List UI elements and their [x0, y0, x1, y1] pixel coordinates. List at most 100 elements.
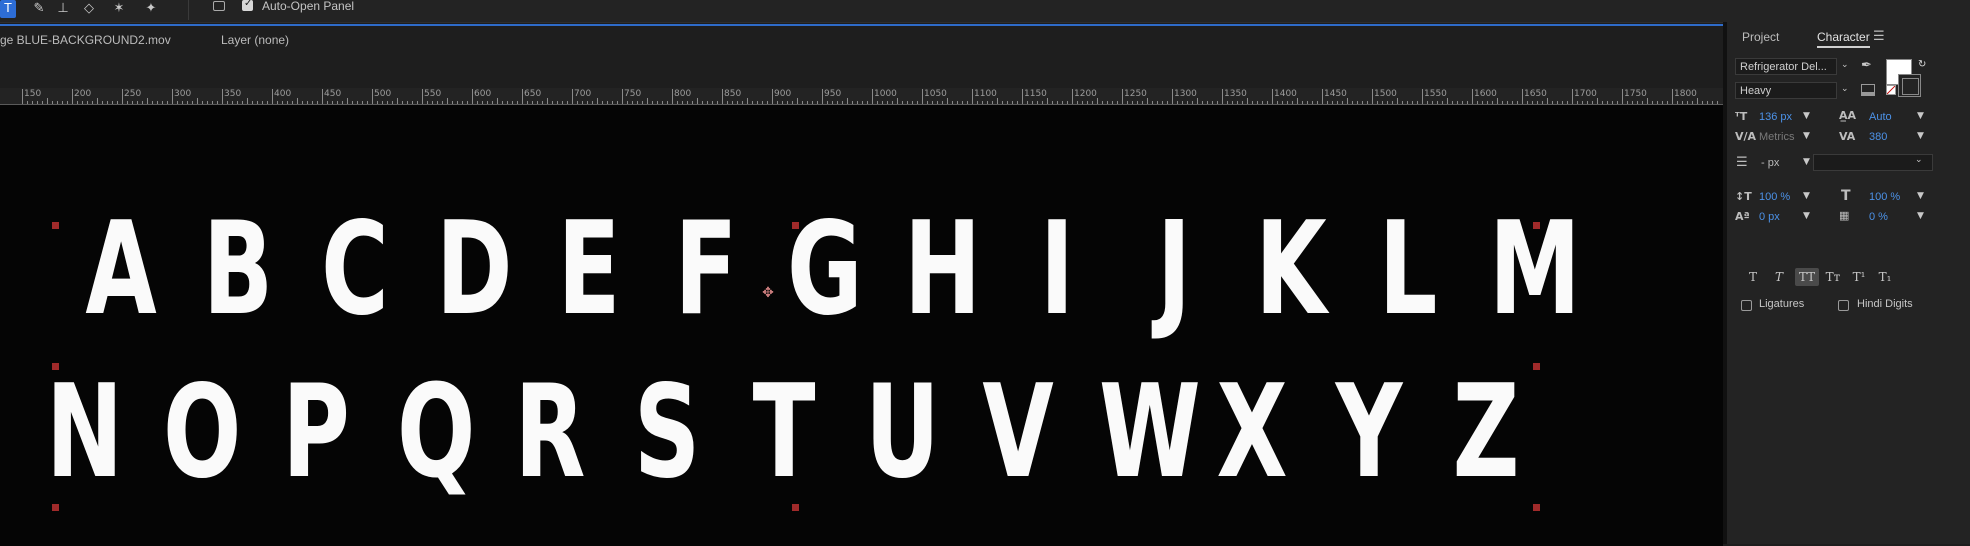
tab-project[interactable]: Project — [1742, 30, 1779, 44]
ruler-tick — [202, 101, 203, 104]
bounding-box-handle[interactable] — [792, 222, 799, 229]
ruler-tick — [397, 98, 398, 104]
baseline-shift-value[interactable]: 0 px — [1759, 211, 1780, 223]
ruler-tick — [1037, 101, 1038, 104]
hindi-digits-checkbox[interactable] — [1838, 300, 1849, 311]
bounding-box-handle[interactable] — [52, 504, 59, 511]
tracking-icon[interactable]: VA — [1839, 130, 1855, 143]
all-caps-button[interactable]: TT — [1795, 268, 1819, 286]
ruler-tick — [1502, 101, 1503, 104]
ruler-tick — [1322, 89, 1323, 104]
auto-open-panel-label: Auto-Open Panel — [262, 0, 355, 13]
tsume-value[interactable]: 0 % — [1869, 211, 1888, 223]
ligatures-checkbox[interactable] — [1741, 300, 1752, 311]
leading-value[interactable]: Auto — [1869, 111, 1892, 123]
small-caps-button[interactable]: Tт — [1823, 268, 1843, 286]
ruler-tick — [1537, 101, 1538, 104]
ruler-tick — [887, 101, 888, 104]
ruler-label: 1300 — [1174, 89, 1197, 99]
ruler-tick — [1517, 101, 1518, 104]
ruler-tick — [1092, 101, 1093, 104]
ruler-tick — [122, 89, 123, 104]
ruler-tick — [1307, 101, 1308, 104]
bounding-box-handle[interactable] — [52, 222, 59, 229]
puppet-pin-icon[interactable]: ✦ — [140, 0, 162, 18]
stroke-mode-icon[interactable] — [1861, 84, 1875, 96]
chevron-down-icon[interactable]: ▼ — [1803, 211, 1810, 221]
bounding-box-handle[interactable] — [52, 363, 59, 370]
stroke-color-swatch[interactable] — [1898, 74, 1921, 97]
chevron-down-icon[interactable]: ▼ — [1803, 191, 1810, 201]
ruler-tick — [1407, 101, 1408, 104]
font-size-value[interactable]: 136 px — [1759, 111, 1792, 123]
chevron-down-icon[interactable]: ⌄ — [1841, 60, 1849, 70]
no-color-swatch[interactable] — [1886, 85, 1896, 95]
leading-icon[interactable]: A̲A — [1839, 109, 1856, 122]
clone-stamp-icon[interactable]: ⊥ — [52, 0, 74, 18]
faux-italic-button[interactable]: T — [1769, 268, 1789, 286]
panel-menu-icon[interactable]: ☰ — [1873, 29, 1885, 44]
chevron-down-icon[interactable]: ⌄ — [1841, 84, 1849, 94]
swap-colors-icon[interactable]: ↻ — [1918, 59, 1926, 70]
font-family-select[interactable]: Refrigerator Del... — [1735, 58, 1837, 75]
chevron-down-icon[interactable]: ▼ — [1803, 111, 1810, 121]
stroke-width-icon[interactable]: ☰ — [1736, 155, 1748, 170]
ruler-tick — [552, 101, 553, 104]
chevron-down-icon[interactable]: ▼ — [1917, 111, 1924, 121]
kerning-value[interactable]: Metrics — [1759, 131, 1794, 143]
bounding-box-handle[interactable] — [1533, 222, 1540, 229]
chevron-down-icon[interactable]: ▼ — [1917, 211, 1924, 221]
chevron-down-icon[interactable]: ▼ — [1803, 157, 1810, 167]
vertical-scale-icon[interactable]: ↕T — [1735, 190, 1752, 203]
ruler-tick — [407, 101, 408, 104]
bounding-box-handle[interactable] — [1533, 363, 1540, 370]
superscript-button[interactable]: T¹ — [1849, 268, 1869, 286]
ruler-tick — [1672, 89, 1673, 104]
ruler-tick — [627, 101, 628, 104]
bounding-box-handle[interactable] — [792, 504, 799, 511]
subscript-button[interactable]: T₁ — [1875, 268, 1895, 286]
ruler-tick — [427, 101, 428, 104]
chevron-down-icon[interactable]: ▼ — [1917, 131, 1924, 141]
chevron-down-icon[interactable]: ▼ — [1917, 191, 1924, 201]
horizontal-scale-icon[interactable]: T — [1841, 188, 1851, 204]
ruler-tick — [1152, 101, 1153, 104]
anchor-point-icon[interactable]: ✥ — [761, 286, 775, 300]
ruler-tick — [32, 101, 33, 104]
font-size-icon[interactable]: ᵀT — [1735, 110, 1747, 123]
eraser-icon[interactable]: ◇ — [78, 0, 100, 18]
brush-tool-icon[interactable]: ✎ — [28, 0, 50, 18]
text-glyph-m: M — [1489, 195, 1581, 344]
ruler-tick — [1392, 101, 1393, 104]
chevron-down-icon[interactable]: ⌄ — [1915, 155, 1923, 165]
ruler-tick — [1257, 101, 1258, 104]
layer-tab[interactable]: Layer (none) — [221, 33, 289, 47]
baseline-shift-icon[interactable]: Aª — [1735, 210, 1750, 223]
font-style-select[interactable]: Heavy — [1735, 82, 1837, 99]
horizontal-ruler[interactable]: 150 200 250 300 350 400 450 500 550 600 650 700 750 8… — [0, 88, 1723, 105]
footage-tab[interactable]: ge BLUE-BACKGROUND2.mov — [0, 33, 171, 47]
stroke-width-value[interactable]: - px — [1761, 157, 1779, 169]
ruler-label: 150 — [24, 89, 42, 99]
panel-toggle-icon[interactable] — [213, 1, 225, 11]
type-tool-icon[interactable]: T — [0, 0, 16, 18]
ruler-tick — [192, 101, 193, 104]
ruler-tick — [777, 101, 778, 104]
roto-brush-icon[interactable]: ✶ — [108, 0, 130, 18]
bounding-box-handle[interactable] — [1533, 504, 1540, 511]
horizontal-scale-value[interactable]: 100 % — [1869, 191, 1900, 203]
kerning-icon[interactable]: V/A — [1735, 130, 1756, 143]
ruler-tick — [1617, 101, 1618, 104]
faux-bold-button[interactable]: T — [1743, 268, 1763, 286]
tracking-value[interactable]: 380 — [1869, 131, 1887, 143]
ruler-tick — [1142, 101, 1143, 104]
ruler-tick — [577, 101, 578, 104]
eyedropper-icon[interactable]: ✒ — [1861, 58, 1872, 73]
vertical-scale-value[interactable]: 100 % — [1759, 191, 1790, 203]
chevron-down-icon[interactable]: ▼ — [1803, 131, 1810, 141]
ruler-tick — [1232, 101, 1233, 104]
auto-open-panel-checkbox[interactable] — [242, 0, 253, 11]
tab-character[interactable]: Character — [1817, 30, 1870, 48]
composition-canvas[interactable]: ✥ ABCDEFGHIJKLMNOPQRSTUVWXYZ — [0, 105, 1723, 546]
tsume-icon[interactable]: ▦ — [1839, 209, 1849, 222]
